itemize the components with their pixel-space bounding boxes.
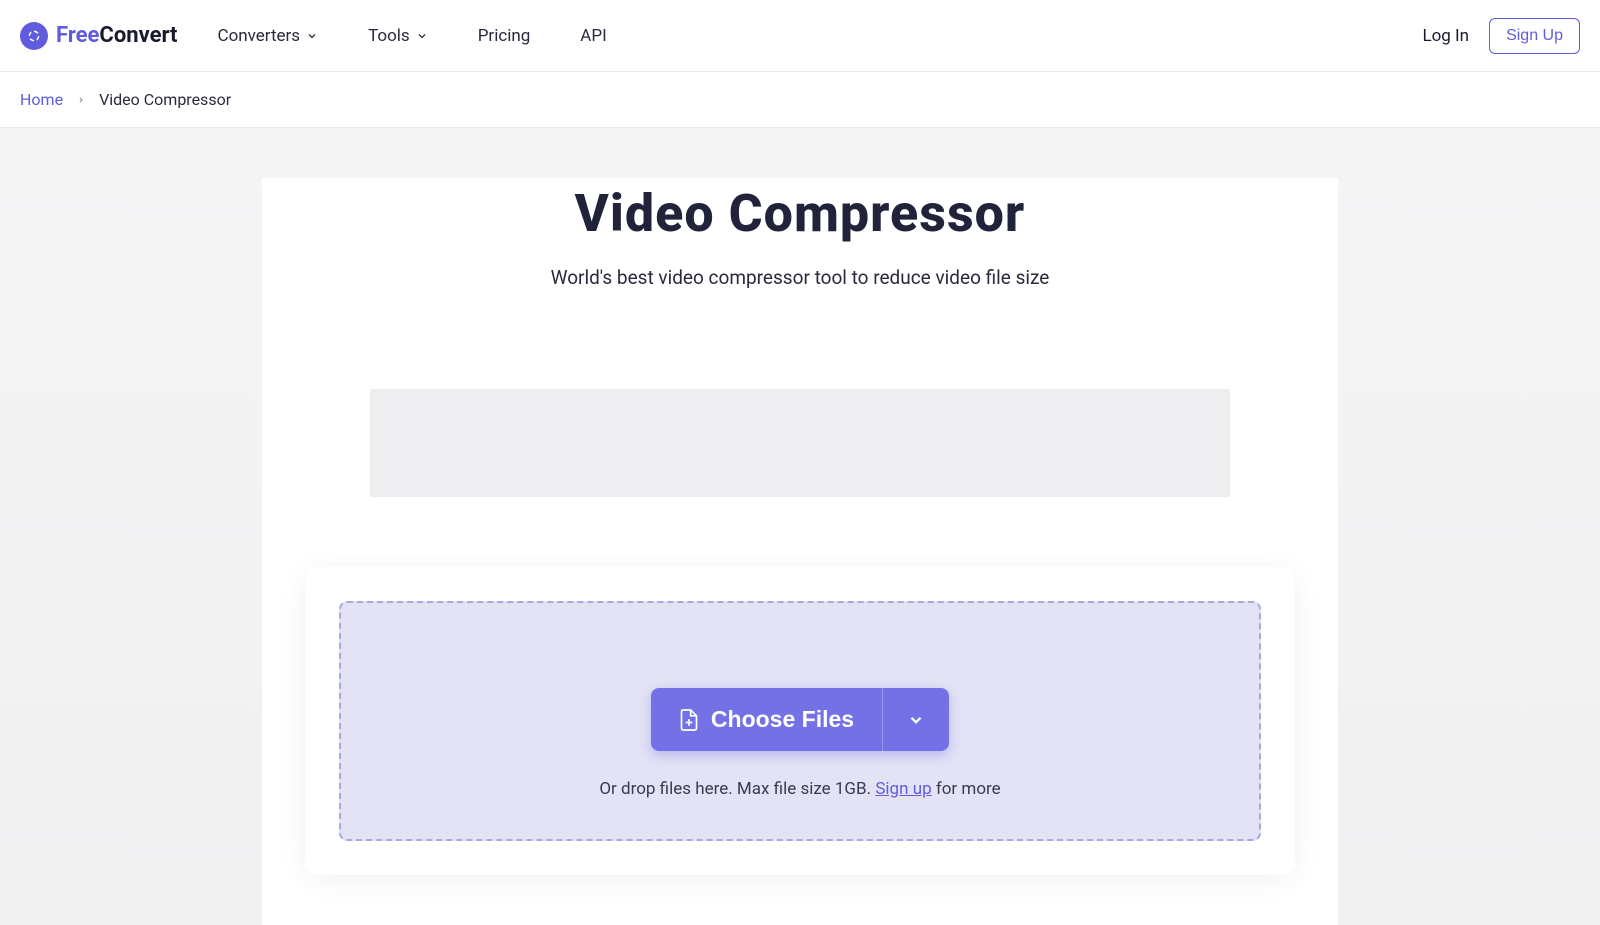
- auth-section: Log In Sign Up: [1422, 18, 1580, 54]
- breadcrumb-home[interactable]: Home: [20, 90, 63, 109]
- main-content: Video Compressor World's best video comp…: [0, 128, 1600, 925]
- logo-text: FreeConvert: [56, 23, 178, 48]
- nav-api-label: API: [580, 26, 606, 46]
- breadcrumb: Home Video Compressor: [0, 72, 1600, 128]
- nav-tools[interactable]: Tools: [368, 26, 428, 46]
- choose-files-button[interactable]: Choose Files: [651, 688, 882, 751]
- chevron-down-icon: [306, 30, 318, 42]
- content-card: Video Compressor World's best video comp…: [262, 178, 1338, 925]
- breadcrumb-current: Video Compressor: [99, 90, 231, 109]
- main-nav: Converters Tools Pricing API: [218, 26, 1423, 46]
- chevron-right-icon: [77, 94, 85, 106]
- chevron-down-icon: [907, 711, 925, 729]
- nav-converters[interactable]: Converters: [218, 26, 319, 46]
- choose-files-dropdown[interactable]: [882, 688, 949, 751]
- logo-icon: [20, 22, 48, 50]
- signup-button[interactable]: Sign Up: [1489, 18, 1580, 54]
- page-subtitle: World's best video compressor tool to re…: [262, 266, 1338, 289]
- upload-card: Choose Files Or drop files here. Max fil…: [305, 567, 1295, 875]
- logo[interactable]: FreeConvert: [20, 22, 178, 50]
- nav-pricing[interactable]: Pricing: [478, 26, 531, 46]
- login-link[interactable]: Log In: [1422, 26, 1469, 46]
- header: FreeConvert Converters Tools Pricing API…: [0, 0, 1600, 72]
- choose-files-group: Choose Files: [651, 688, 949, 751]
- file-add-icon: [679, 708, 699, 732]
- page-title: Video Compressor: [262, 178, 1338, 244]
- signup-link-inline[interactable]: Sign up: [875, 779, 931, 799]
- drop-hint: Or drop files here. Max file size 1GB. S…: [361, 779, 1239, 799]
- nav-tools-label: Tools: [368, 26, 410, 46]
- drop-zone[interactable]: Choose Files Or drop files here. Max fil…: [339, 601, 1261, 841]
- ad-placeholder: [370, 389, 1230, 497]
- nav-api[interactable]: API: [580, 26, 606, 46]
- choose-files-label: Choose Files: [711, 706, 854, 733]
- chevron-down-icon: [416, 30, 428, 42]
- nav-pricing-label: Pricing: [478, 26, 531, 46]
- nav-converters-label: Converters: [218, 26, 301, 46]
